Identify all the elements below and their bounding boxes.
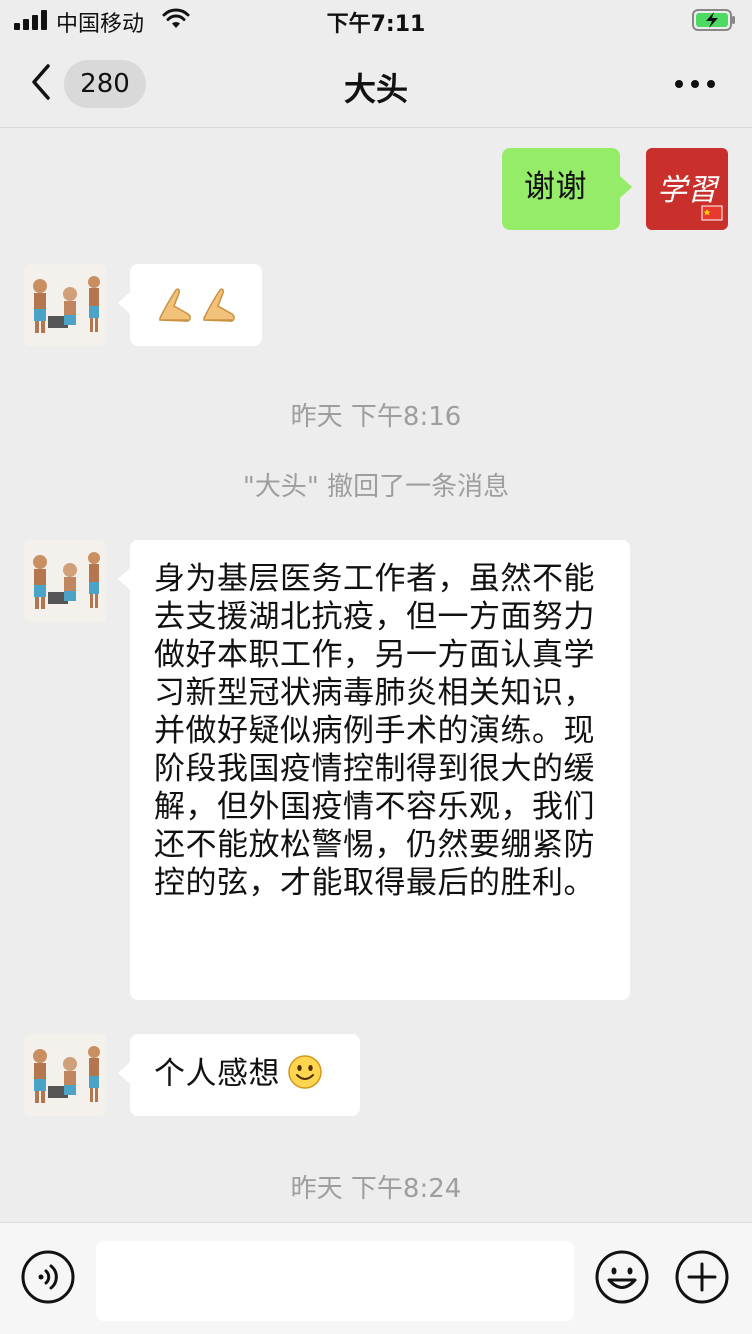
emoji-button-icon[interactable] xyxy=(594,1249,650,1305)
message-text: 个人感想 xyxy=(154,1056,280,1092)
message-text: 谢谢 xyxy=(524,169,587,205)
timestamp: 昨天 下午8:16 xyxy=(290,402,462,432)
battery-charging-icon xyxy=(692,9,735,31)
clock: 下午7:11 xyxy=(326,12,426,37)
sent-message-bubble[interactable]: 谢谢 xyxy=(502,148,632,230)
cartoon-figures-icon xyxy=(24,540,106,622)
chat-title: 大头 xyxy=(343,70,408,108)
message-input[interactable] xyxy=(96,1241,574,1321)
more-dots-icon[interactable] xyxy=(672,70,718,98)
chat-screen: 中国移动 下午7:11 280 大头 谢谢 学習 昨天 下午8:16 "大头" … xyxy=(0,0,752,1334)
xuexi-logo-icon: 学習 xyxy=(650,152,724,226)
contact-avatar[interactable] xyxy=(24,540,106,622)
input-bar xyxy=(0,1222,752,1334)
praying-hands-icon xyxy=(159,288,235,322)
cartoon-figures-icon xyxy=(24,1034,106,1116)
contact-avatar[interactable] xyxy=(24,1034,106,1116)
voice-input-icon[interactable] xyxy=(20,1249,76,1305)
timestamp: 昨天 下午8:24 xyxy=(290,1174,462,1204)
contact-avatar[interactable] xyxy=(24,264,106,346)
received-message-bubble[interactable] xyxy=(118,264,262,346)
self-avatar[interactable]: 学習 xyxy=(646,148,728,230)
cartoon-figures-icon xyxy=(24,264,106,346)
smile-emoji-icon xyxy=(288,1055,322,1089)
message-text: 身为基层医务工作者，虽然不能去支援湖北抗疫，但一方面努力做好本职工作，另一方面认… xyxy=(154,561,595,901)
status-bar: 中国移动 下午7:11 xyxy=(0,0,752,40)
xuexi-logo-text: 学習 xyxy=(657,173,720,208)
recall-notice: "大头" 撤回了一条消息 xyxy=(242,472,510,502)
add-more-icon[interactable] xyxy=(674,1249,730,1305)
received-message-bubble[interactable]: 个人感想 xyxy=(118,1034,360,1116)
received-message-bubble[interactable]: 身为基层医务工作者，虽然不能去支援湖北抗疫，但一方面努力做好本职工作，另一方面认… xyxy=(118,540,630,1000)
chat-header: 280 大头 xyxy=(0,40,752,128)
